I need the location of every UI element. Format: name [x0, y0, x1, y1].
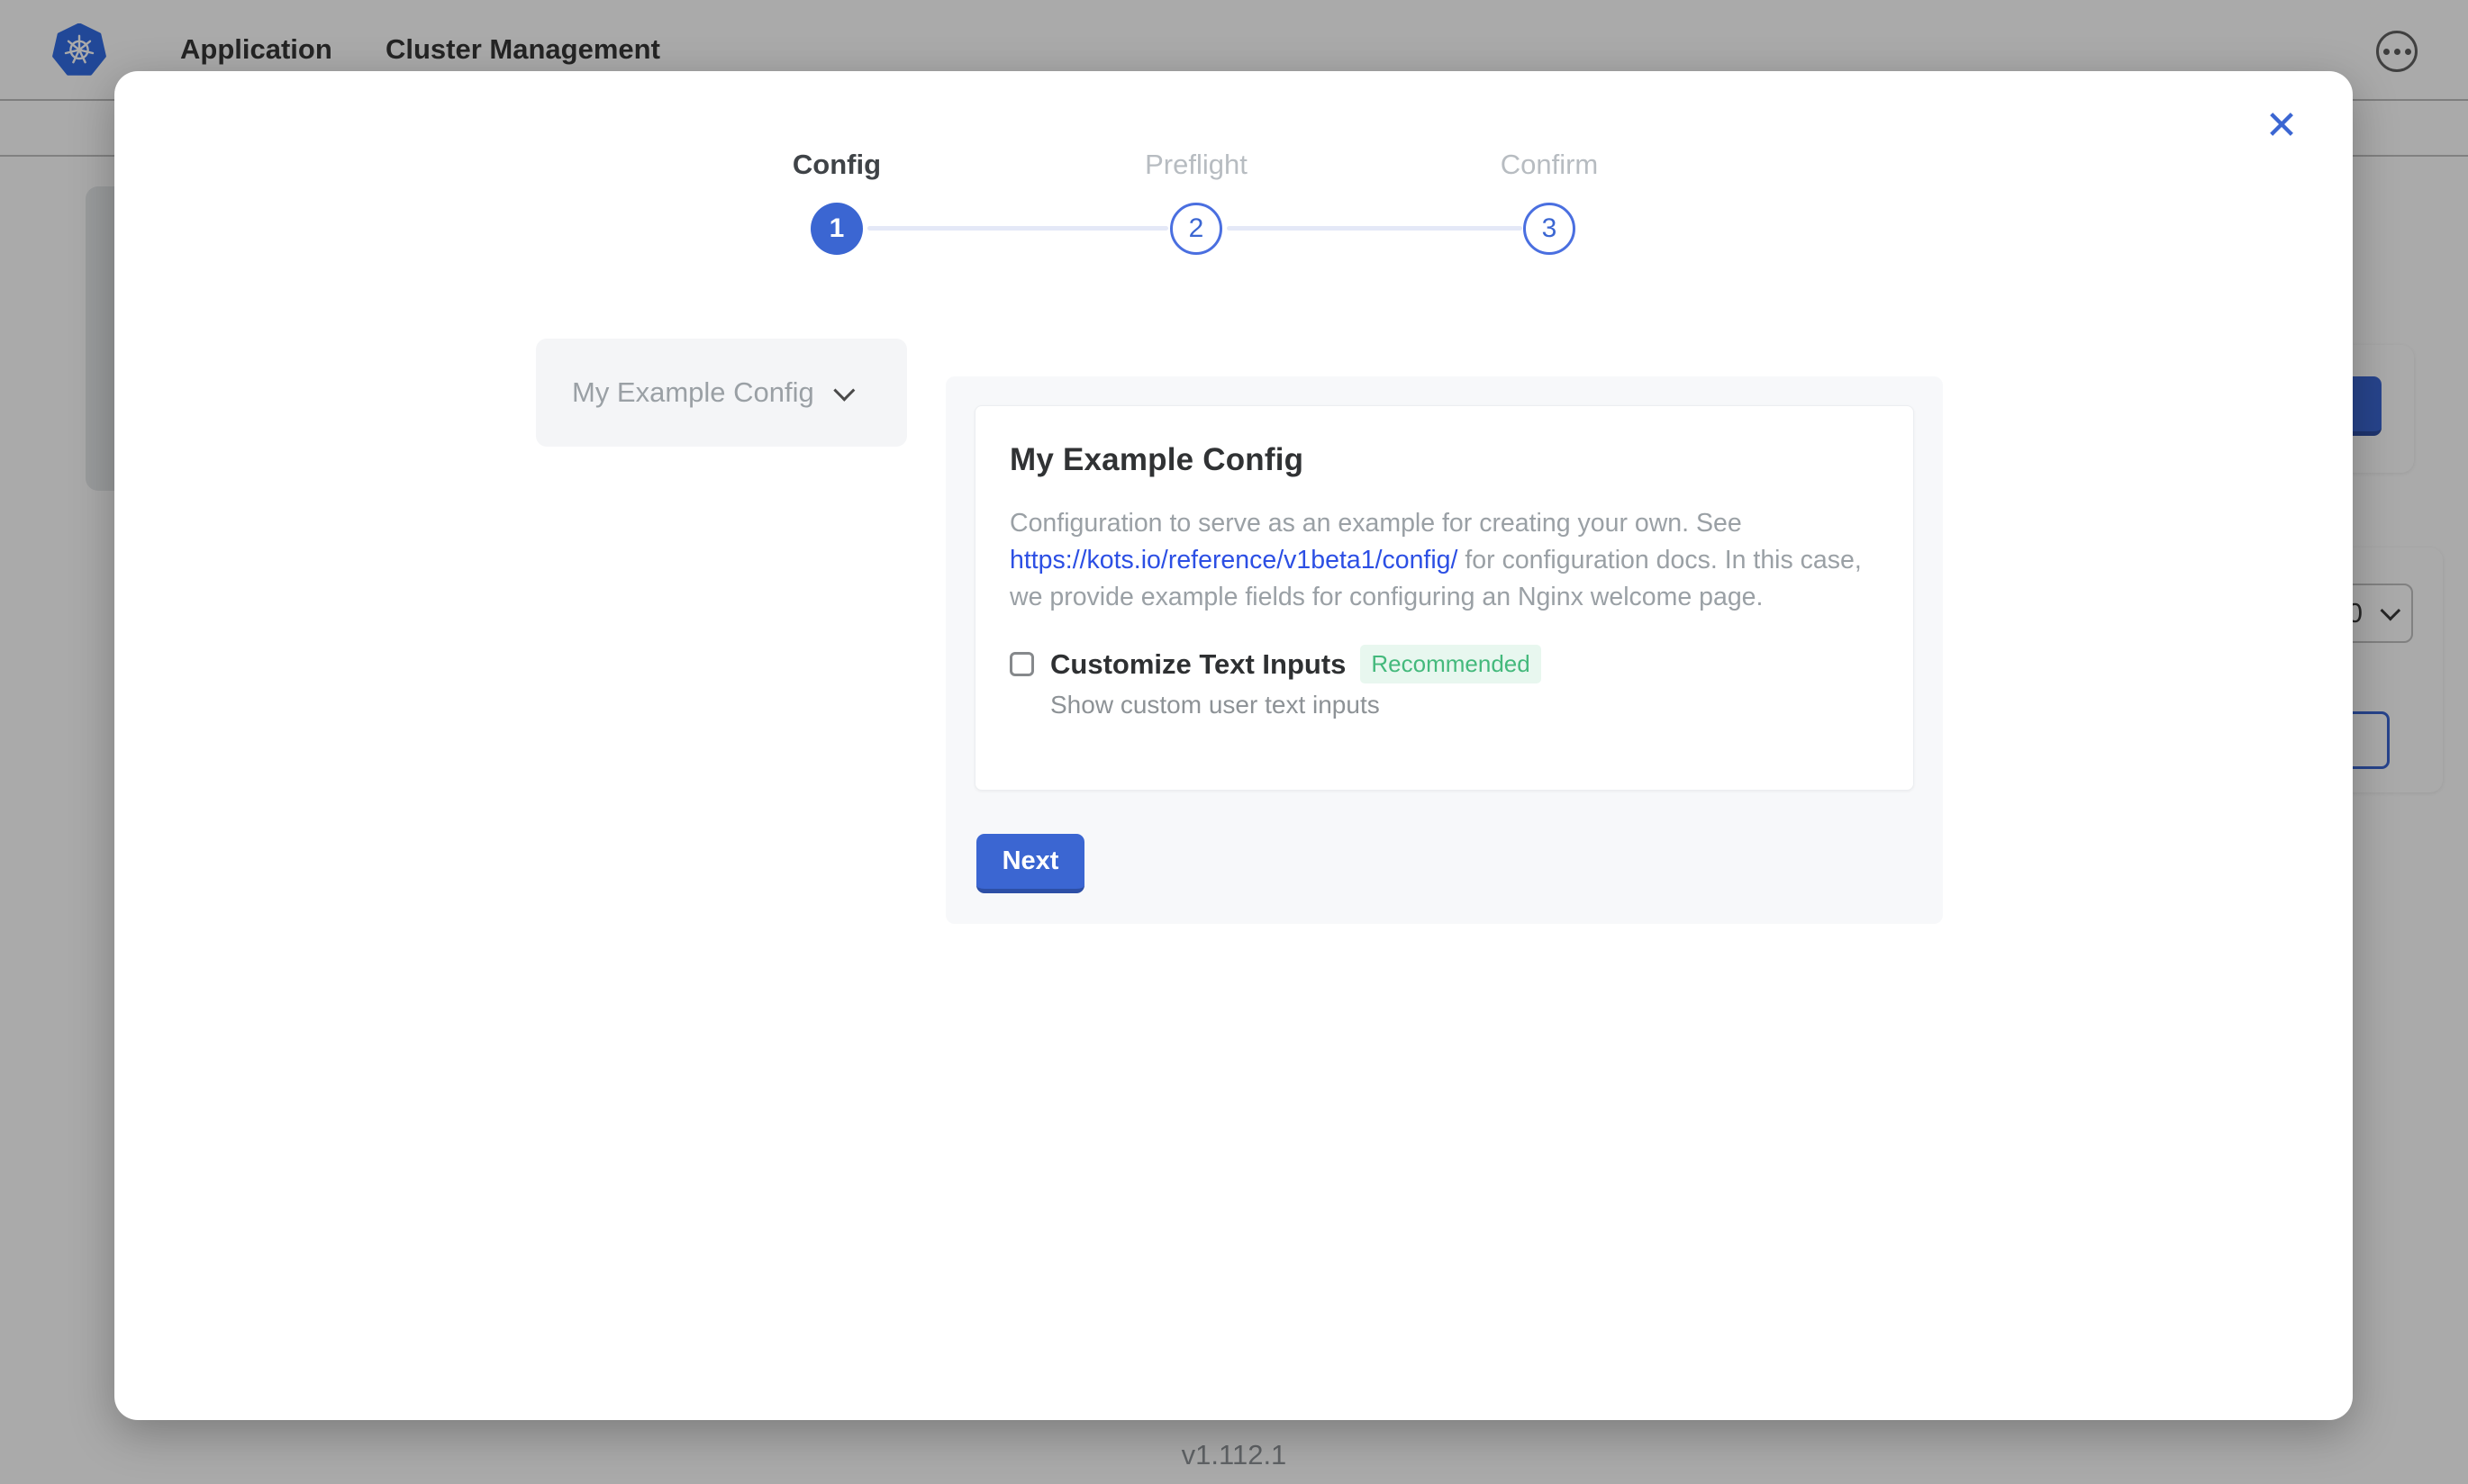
config-wizard-modal: ✕ Config Preflight Confirm 1 2 3 My Exam…: [114, 71, 2353, 1420]
config-card-description: Configuration to serve as an example for…: [1010, 505, 1882, 616]
customize-text-inputs-help: Show custom user text inputs: [1050, 691, 1879, 719]
step-label-confirm: Confirm: [1414, 149, 1684, 181]
config-card-title: My Example Config: [1010, 442, 1879, 478]
config-panel: My Example Config Configuration to serve…: [946, 376, 1943, 924]
step-circle-config[interactable]: 1: [811, 203, 863, 255]
step-connector-2: [1227, 226, 1522, 231]
customize-text-inputs-label[interactable]: Customize Text Inputs: [1050, 648, 1346, 681]
config-group-card: My Example Config Configuration to serve…: [975, 405, 1914, 791]
step-connector-1: [867, 226, 1168, 231]
customize-text-inputs-row: Customize Text Inputs Recommended: [1010, 645, 1879, 683]
step-label-preflight: Preflight: [1061, 149, 1331, 181]
config-group-label: My Example Config: [572, 376, 814, 409]
description-text-before: Configuration to serve as an example for…: [1010, 509, 1742, 538]
recommended-badge: Recommended: [1360, 645, 1540, 683]
config-group-selector[interactable]: My Example Config: [536, 339, 907, 447]
config-docs-link[interactable]: https://kots.io/reference/v1beta1/config…: [1010, 546, 1457, 575]
chevron-down-icon: [833, 379, 855, 401]
step-circle-confirm[interactable]: 3: [1523, 203, 1575, 255]
step-label-config: Config: [702, 149, 972, 181]
step-circle-preflight[interactable]: 2: [1170, 203, 1222, 255]
next-button[interactable]: Next: [976, 834, 1084, 893]
close-icon[interactable]: ✕: [2255, 98, 2309, 152]
customize-text-inputs-checkbox[interactable]: [1010, 652, 1034, 676]
